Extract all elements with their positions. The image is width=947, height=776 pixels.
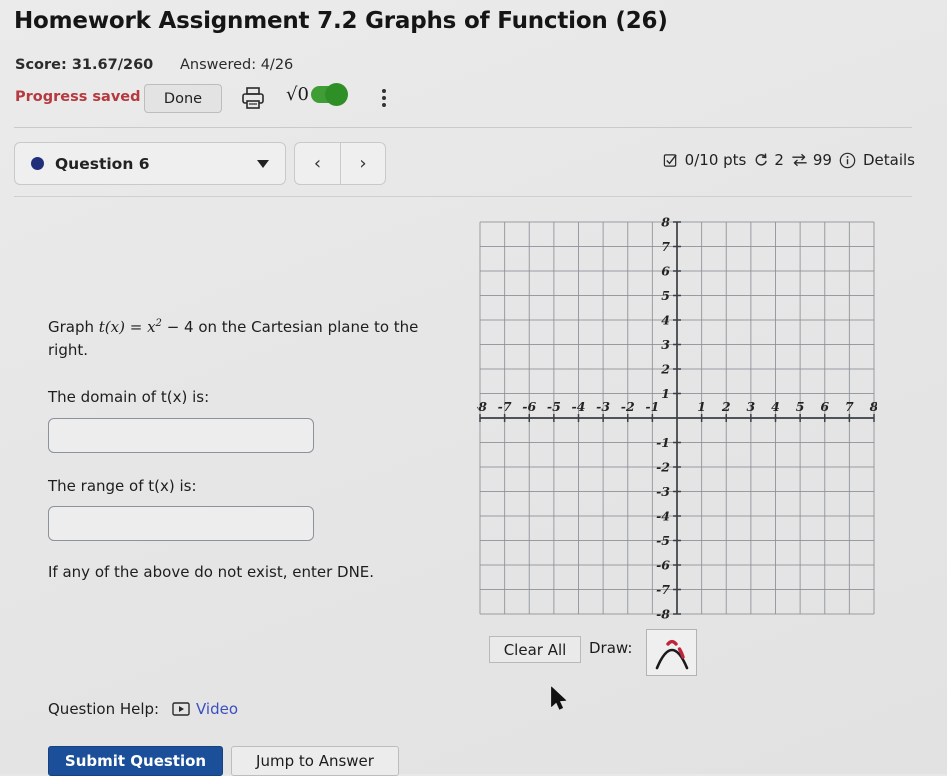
page-title: Homework Assignment 7.2 Graphs of Functi…	[14, 8, 668, 34]
page-root: Homework Assignment 7.2 Graphs of Functi…	[0, 0, 947, 776]
printer-icon[interactable]	[240, 85, 266, 111]
svg-text:2: 2	[721, 399, 731, 414]
more-vertical-icon[interactable]	[375, 84, 393, 112]
svg-text:1: 1	[661, 386, 670, 401]
progress-saved-text: Progress saved	[15, 89, 141, 105]
svg-text:5: 5	[661, 288, 670, 303]
video-link[interactable]: Video	[196, 700, 238, 718]
svg-text:4: 4	[771, 399, 780, 414]
question-status-dot	[31, 157, 44, 170]
svg-text:-3: -3	[656, 484, 670, 499]
prev-question-button[interactable]: ‹	[294, 142, 340, 185]
svg-text:-8: -8	[477, 399, 487, 414]
domain-label-pre: The domain of	[48, 388, 161, 406]
toggle-switch[interactable]	[310, 83, 348, 106]
range-label: The range of t(x) is:	[48, 477, 197, 495]
mouse-cursor	[550, 686, 570, 718]
score-text: Score: 31.67/260	[15, 57, 154, 73]
cartesian-plane[interactable]: -8-7-6-5-4-3-2-11234567887654321-1-2-3-4…	[477, 215, 877, 621]
prompt-prefix: Graph	[48, 318, 99, 336]
domain-label-post: is:	[187, 388, 210, 406]
clear-all-button[interactable]: Clear All	[489, 636, 581, 663]
range-label-fn: t(x)	[148, 477, 175, 495]
domain-label-fn: t(x)	[160, 388, 188, 406]
parabola-icon[interactable]	[646, 629, 697, 676]
svg-text:2: 2	[660, 362, 670, 377]
draw-label: Draw:	[589, 639, 633, 657]
points-text: 0/10 pts	[684, 151, 747, 169]
jump-to-answer-button[interactable]: Jump to Answer	[231, 746, 399, 776]
svg-text:-4: -4	[572, 399, 586, 414]
question-selector-label: Question 6	[55, 154, 150, 173]
svg-text:-2: -2	[656, 460, 670, 475]
svg-text:-7: -7	[498, 399, 512, 414]
svg-text:4: 4	[661, 313, 670, 328]
exchanges-group: 99	[791, 151, 832, 169]
exchanges-count: 99	[812, 151, 832, 169]
video-play-icon[interactable]	[172, 701, 190, 721]
question-divider	[14, 196, 912, 197]
question-selector[interactable]: Question 6	[14, 142, 286, 185]
attempts-count: 2	[774, 151, 784, 169]
question-meta: 0/10 pts 2 99 Details	[663, 151, 915, 169]
range-input[interactable]	[48, 506, 314, 541]
svg-text:-6: -6	[656, 558, 670, 573]
refresh-icon	[753, 152, 769, 168]
done-button[interactable]: Done	[144, 84, 222, 113]
svg-text:-8: -8	[656, 607, 670, 622]
svg-text:8: 8	[870, 399, 877, 414]
svg-text:-7: -7	[656, 582, 670, 597]
svg-text:-5: -5	[656, 533, 670, 548]
header-divider	[14, 127, 912, 128]
chevron-down-icon	[257, 159, 269, 168]
svg-text:8: 8	[661, 215, 670, 230]
svg-text:6: 6	[820, 399, 829, 414]
svg-text:6: 6	[661, 264, 670, 279]
range-label-post: is:	[174, 477, 197, 495]
svg-text:-6: -6	[522, 399, 536, 414]
svg-text:5: 5	[796, 399, 805, 414]
dne-note: If any of the above do not exist, enter …	[48, 563, 375, 581]
svg-text:7: 7	[845, 399, 854, 414]
range-label-pre: The range of	[48, 477, 149, 495]
swap-icon	[791, 152, 808, 168]
domain-label: The domain of t(x) is:	[48, 388, 209, 406]
svg-text:-5: -5	[547, 399, 561, 414]
svg-text:3: 3	[747, 399, 756, 414]
svg-text:3: 3	[661, 337, 670, 352]
info-icon[interactable]	[839, 152, 856, 169]
question-nav-group: ‹ ›	[294, 142, 386, 185]
checkbox-icon	[663, 153, 678, 168]
svg-text:-4: -4	[656, 509, 670, 524]
svg-text:-1: -1	[656, 435, 670, 450]
attempts-group: 2	[753, 151, 784, 169]
question-prompt: Graph t(x) = x2 − 4 on the Cartesian pla…	[48, 316, 458, 361]
answered-text: Answered: 4/26	[180, 57, 294, 73]
prompt-function: t(x) = x	[98, 318, 156, 336]
submit-question-button[interactable]: Submit Question	[48, 746, 223, 776]
svg-text:-1: -1	[645, 399, 659, 414]
svg-text:1: 1	[697, 399, 706, 414]
graph-svg[interactable]: -8-7-6-5-4-3-2-11234567887654321-1-2-3-4…	[477, 215, 877, 621]
next-question-button[interactable]: ›	[340, 142, 386, 185]
svg-text:-2: -2	[621, 399, 635, 414]
math-mode-toggle[interactable]: √0	[286, 83, 348, 106]
svg-text:7: 7	[661, 239, 670, 254]
question-help-label: Question Help:	[48, 700, 160, 718]
sqrt-icon: √0	[286, 84, 309, 105]
details-link[interactable]: Details	[863, 151, 915, 169]
domain-input[interactable]	[48, 418, 314, 453]
svg-text:-3: -3	[596, 399, 610, 414]
